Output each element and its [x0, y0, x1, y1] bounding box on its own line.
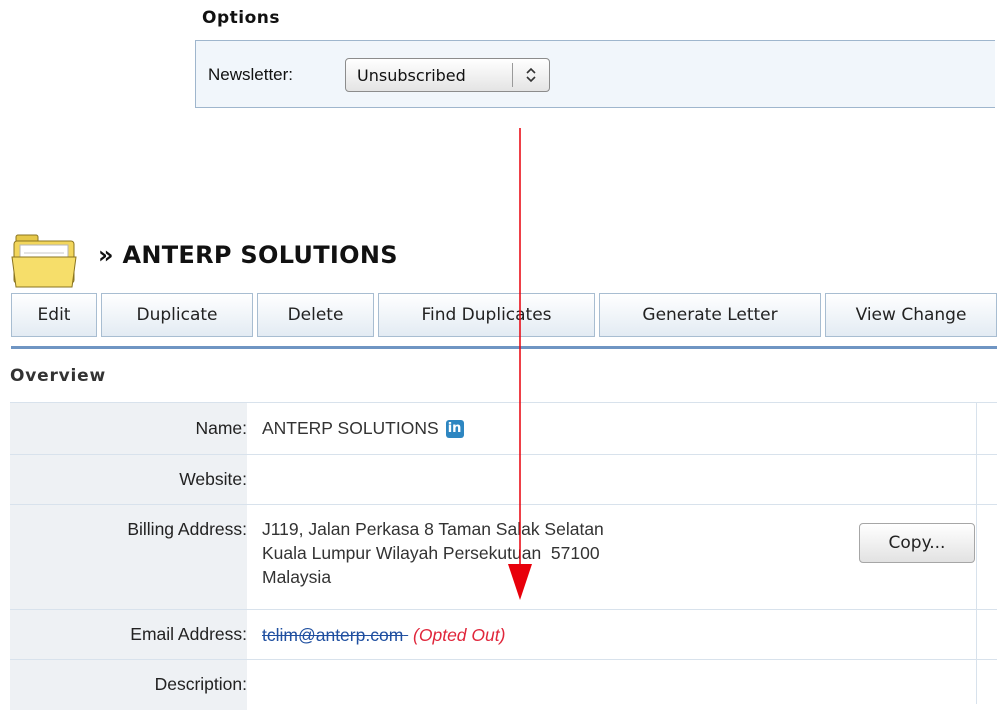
billing-address-value: J119, Jalan Perkasa 8 Taman Salak Selata… [262, 517, 604, 589]
billing-address-row: Billing Address: J119, Jalan Perkasa 8 T… [10, 504, 997, 610]
name-label: Name: [195, 418, 247, 438]
duplicate-button[interactable]: Duplicate [101, 293, 253, 337]
address-line-1: J119, Jalan Perkasa 8 Taman Salak Selata… [262, 519, 604, 539]
address-line-3: Malaysia [262, 567, 332, 587]
overview-heading: Overview [10, 366, 106, 386]
newsletter-label: Newsletter: [208, 65, 294, 84]
record-title: » ANTERP SOLUTIONS [98, 241, 398, 269]
name-row: Name: ANTERP SOLUTIONS in [10, 402, 997, 455]
website-label: Website: [179, 469, 247, 489]
email-value-cell: tclim@anterp.com (Opted Out) [262, 623, 505, 647]
generate-letter-button[interactable]: Generate Letter [599, 293, 821, 337]
email-address-label: Email Address: [130, 624, 247, 644]
opted-out-status: (Opted Out) [413, 625, 506, 645]
billing-address-label: Billing Address: [127, 519, 247, 539]
folder-icon [10, 233, 78, 290]
newsletter-select[interactable]: Unsubscribed [345, 58, 550, 92]
select-chevron-icon [513, 67, 549, 84]
newsletter-select-value: Unsubscribed [357, 65, 466, 85]
view-change-button[interactable]: View Change [825, 293, 997, 337]
table-right-border [976, 402, 977, 704]
edit-button[interactable]: Edit [11, 293, 97, 337]
website-row: Website: [10, 454, 997, 505]
options-heading: Options [202, 8, 280, 28]
address-line-2: Kuala Lumpur Wilayah Persekutuan 57100 [262, 543, 600, 563]
copy-address-button[interactable]: Copy... [859, 523, 975, 563]
email-address-row: Email Address: tclim@anterp.com (Opted O… [10, 609, 997, 660]
email-link[interactable]: tclim@anterp.com [262, 625, 403, 645]
description-label: Description: [154, 674, 247, 694]
delete-button[interactable]: Delete [257, 293, 374, 337]
find-duplicates-button[interactable]: Find Duplicates [378, 293, 595, 337]
toolbar-divider [11, 346, 997, 349]
name-value-cell: ANTERP SOLUTIONS in [262, 416, 464, 440]
name-value: ANTERP SOLUTIONS [262, 418, 439, 438]
linkedin-icon[interactable]: in [445, 420, 464, 438]
options-panel: Newsletter: Unsubscribed [195, 40, 995, 108]
description-row: Description: [10, 659, 997, 710]
